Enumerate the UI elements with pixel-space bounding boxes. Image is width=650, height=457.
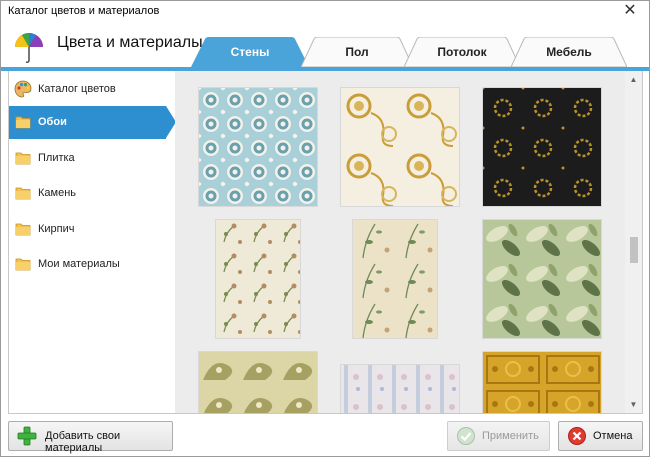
palette-icon xyxy=(14,80,32,98)
texture-thumb[interactable] xyxy=(482,351,602,414)
cancel-button[interactable]: Отмена xyxy=(558,421,643,451)
tab-floor-label: Пол xyxy=(345,45,369,59)
sidebar-item-label: Обои xyxy=(38,116,67,128)
sidebar-item-tile[interactable]: Плитка xyxy=(9,142,176,175)
apply-label: Применить xyxy=(482,430,539,442)
catalog-window: Каталог цветов и материалов ✕ Цвета и ма… xyxy=(0,0,650,457)
close-icon[interactable]: ✕ xyxy=(617,1,643,21)
apply-button[interactable]: Применить xyxy=(447,421,550,451)
cancel-icon xyxy=(568,427,586,445)
texture-thumb[interactable] xyxy=(352,219,438,339)
cancel-label: Отмена xyxy=(593,430,633,442)
window-title: Каталог цветов и материалов xyxy=(8,5,160,17)
title-bar: Каталог цветов и материалов ✕ xyxy=(1,1,649,23)
folder-icon xyxy=(15,152,31,165)
folder-icon xyxy=(15,258,31,271)
tab-ceiling-label: Потолок xyxy=(437,45,487,59)
texture-grid: ▲ ▼ xyxy=(175,71,643,414)
footer: Добавить свои материалы Применить Отмена xyxy=(1,414,649,456)
tab-floor[interactable]: Пол xyxy=(301,37,413,67)
sidebar: Каталог цветов Обои Плитка Камень Кирпич… xyxy=(8,71,176,414)
sidebar-item-label: Мои материалы xyxy=(38,258,120,270)
scrollbar-thumb[interactable] xyxy=(630,237,638,263)
sidebar-item-my-materials[interactable]: Мои материалы xyxy=(9,248,176,281)
sidebar-item-wallpaper[interactable]: Обои xyxy=(9,106,176,139)
sidebar-item-brick[interactable]: Кирпич xyxy=(9,213,176,246)
folder-icon xyxy=(15,187,31,200)
plus-icon xyxy=(17,426,37,446)
umbrella-logo-icon xyxy=(15,33,43,64)
app-title: Цвета и материалы xyxy=(57,34,203,51)
add-materials-label: Добавить свои материалы xyxy=(45,430,121,454)
tab-ceiling[interactable]: Потолок xyxy=(404,37,520,67)
texture-thumb[interactable] xyxy=(198,87,318,207)
scroll-down-icon[interactable]: ▼ xyxy=(625,396,642,413)
tab-furniture[interactable]: Мебель xyxy=(511,37,627,67)
texture-thumb[interactable] xyxy=(482,219,602,339)
texture-thumb[interactable] xyxy=(340,87,460,207)
add-materials-button[interactable]: Добавить свои материалы xyxy=(8,421,173,454)
sidebar-item-stone[interactable]: Камень xyxy=(9,177,176,210)
tab-walls[interactable]: Стены xyxy=(191,37,309,67)
sidebar-item-label: Кирпич xyxy=(38,223,75,235)
texture-thumb[interactable] xyxy=(482,87,602,207)
tab-walls-label: Стены xyxy=(230,45,270,59)
sidebar-item-label: Плитка xyxy=(38,152,75,164)
vertical-scrollbar[interactable]: ▲ ▼ xyxy=(625,71,642,413)
folder-icon xyxy=(15,116,31,129)
scroll-up-icon[interactable]: ▲ xyxy=(625,71,642,88)
check-icon xyxy=(457,427,475,445)
texture-thumb[interactable] xyxy=(215,219,301,339)
sidebar-item-label: Каталог цветов xyxy=(38,83,116,95)
texture-thumb[interactable] xyxy=(198,351,318,414)
folder-icon xyxy=(15,223,31,236)
sidebar-item-color-catalog[interactable]: Каталог цветов xyxy=(9,73,176,106)
texture-thumb[interactable] xyxy=(340,364,460,414)
tab-furniture-label: Мебель xyxy=(546,45,592,59)
sidebar-item-label: Камень xyxy=(38,187,77,199)
